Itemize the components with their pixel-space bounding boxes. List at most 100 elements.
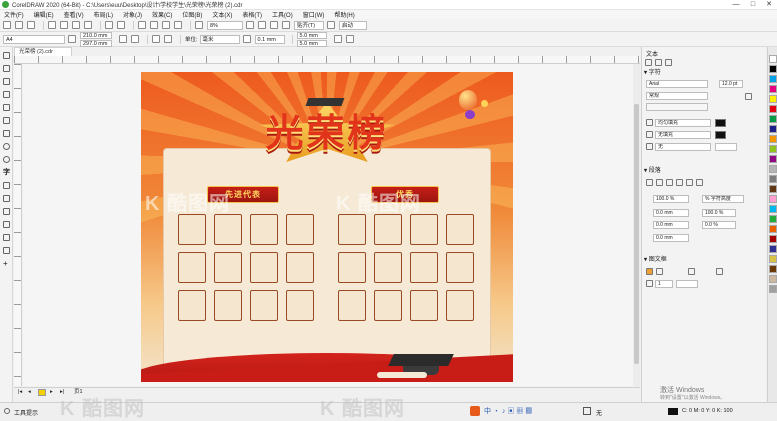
menu-table[interactable]: 表格(T)	[242, 10, 262, 19]
frame-background-icon[interactable]	[646, 268, 653, 275]
portrait-icon[interactable]	[119, 35, 127, 43]
polygon-tool-icon[interactable]	[3, 156, 10, 163]
palette-swatch[interactable]	[769, 275, 777, 283]
justify-icon[interactable]	[686, 179, 693, 186]
application-launcher[interactable]: 启动	[339, 20, 367, 30]
background-fill-select[interactable]: 无填充	[655, 131, 711, 139]
indent-field[interactable]: 0.0 mm	[653, 234, 689, 242]
add-tool-icon[interactable]: +	[3, 260, 10, 268]
landscape-icon[interactable]	[131, 35, 139, 43]
freehand-tool-icon[interactable]	[3, 104, 10, 111]
word-spacing-field[interactable]: 0.0 %	[702, 221, 736, 229]
zoom-level-field[interactable]: 8%	[207, 20, 243, 30]
force-justify-icon[interactable]	[696, 179, 703, 186]
spacing-units-select[interactable]: % 字符高度	[702, 195, 744, 203]
menu-window[interactable]: 窗口(W)	[303, 10, 325, 19]
menu-edit[interactable]: 编辑(E)	[34, 10, 54, 19]
palette-swatch[interactable]	[769, 95, 777, 103]
prev-page-icon[interactable]: ◂	[28, 388, 31, 396]
palette-swatch[interactable]	[769, 195, 777, 203]
duplicate-x-field[interactable]: 5.0 mm	[296, 31, 327, 39]
kerning-range[interactable]	[646, 103, 708, 111]
print-icon[interactable]	[48, 21, 56, 29]
outline-style-select[interactable]	[715, 143, 737, 151]
page-thumbnail-icon[interactable]	[38, 389, 46, 396]
after-paragraph-field[interactable]: 0.0 mm	[653, 221, 689, 229]
document-tab[interactable]: 光荣榜 (2).cdr	[14, 47, 72, 56]
palette-swatch[interactable]	[769, 115, 777, 123]
align-left-icon[interactable]	[656, 179, 663, 186]
palette-swatch[interactable]	[769, 245, 777, 253]
palette-swatch[interactable]	[769, 265, 777, 273]
menu-view[interactable]: 查看(V)	[64, 10, 84, 19]
palette-swatch[interactable]	[769, 185, 777, 193]
frame-color-icon[interactable]	[656, 268, 663, 275]
character-spacing-field[interactable]: 100.0 %	[702, 209, 736, 217]
parallel-dimension-tool-icon[interactable]	[3, 182, 10, 189]
palette-swatch[interactable]	[769, 155, 777, 163]
maximize-button[interactable]: □	[745, 0, 761, 10]
paste-icon[interactable]	[84, 21, 92, 29]
export-icon[interactable]	[162, 21, 170, 29]
outline-width-select[interactable]: 无	[655, 143, 711, 151]
page-size-select[interactable]: A4	[3, 34, 65, 44]
frame-section-header[interactable]: ▾ 图文框	[644, 256, 764, 265]
rectangle-tool-icon[interactable]	[3, 130, 10, 137]
copy-icon[interactable]	[72, 21, 80, 29]
palette-swatch[interactable]	[769, 75, 777, 83]
underline-icon[interactable]	[745, 93, 752, 100]
connector-tool-icon[interactable]	[3, 195, 10, 202]
font-style-select[interactable]: 常规	[646, 92, 708, 100]
menu-text[interactable]: 文本(X)	[212, 10, 232, 19]
align-center-icon[interactable]	[666, 179, 673, 186]
text-direction-icon[interactable]	[688, 268, 695, 275]
palette-swatch[interactable]	[769, 85, 777, 93]
scroll-thumb[interactable]	[634, 104, 639, 364]
nudge-distance-field[interactable]: 0.1 mm	[254, 34, 285, 44]
duplicate-y-field[interactable]: 5.0 mm	[296, 39, 327, 47]
last-page-icon[interactable]: ▸|	[60, 388, 64, 396]
text-tool-icon[interactable]: 字	[3, 169, 10, 176]
align-none-icon[interactable]	[646, 179, 653, 186]
publish-pdf-icon[interactable]	[174, 21, 182, 29]
menu-help[interactable]: 帮助(H)	[334, 10, 354, 19]
open-icon[interactable]	[15, 21, 23, 29]
rulers-icon[interactable]	[258, 21, 266, 29]
grid-icon[interactable]	[270, 21, 278, 29]
current-page-icon[interactable]	[164, 35, 172, 43]
units-select[interactable]: 毫米	[199, 34, 240, 44]
menu-effects[interactable]: 效果(C)	[152, 10, 172, 19]
first-page-icon[interactable]: |◂	[18, 388, 22, 396]
treat-as-filled-icon[interactable]	[333, 35, 342, 43]
palette-swatch[interactable]	[769, 105, 777, 113]
paragraph-tab-icon[interactable]	[655, 59, 662, 66]
palette-swatch[interactable]	[769, 65, 777, 73]
columns-field[interactable]: 1	[655, 280, 673, 288]
palette-swatch[interactable]	[769, 235, 777, 243]
fill-color-swatch[interactable]	[715, 119, 726, 127]
shape-tool-icon[interactable]	[3, 65, 10, 72]
frame-tab-icon[interactable]	[665, 59, 672, 66]
interactive-fill-tool-icon[interactable]	[3, 247, 10, 254]
ellipse-tool-icon[interactable]	[3, 143, 10, 150]
import-icon[interactable]	[150, 21, 158, 29]
cut-icon[interactable]	[60, 21, 68, 29]
artistic-media-tool-icon[interactable]	[3, 117, 10, 124]
character-tab-icon[interactable]	[645, 59, 652, 66]
palette-swatch[interactable]	[769, 215, 777, 223]
align-right-icon[interactable]	[676, 179, 683, 186]
page-width-field[interactable]: 210.0 mm	[80, 31, 112, 39]
palette-swatch[interactable]	[769, 255, 777, 263]
menu-bitmaps[interactable]: 位图(B)	[182, 10, 202, 19]
save-icon[interactable]	[27, 21, 35, 29]
vertical-scrollbar[interactable]	[633, 64, 640, 386]
page-tab[interactable]: 页1	[74, 388, 83, 396]
input-method-icon[interactable]	[470, 406, 480, 416]
palette-swatch[interactable]	[769, 145, 777, 153]
guidelines-icon[interactable]	[282, 21, 290, 29]
next-page-icon[interactable]: ▸	[50, 388, 53, 396]
line-spacing-field[interactable]: 100.0 %	[653, 195, 689, 203]
palette-swatch[interactable]	[769, 165, 777, 173]
before-paragraph-field[interactable]: 0.0 mm	[653, 209, 689, 217]
search-icon[interactable]	[138, 21, 146, 29]
